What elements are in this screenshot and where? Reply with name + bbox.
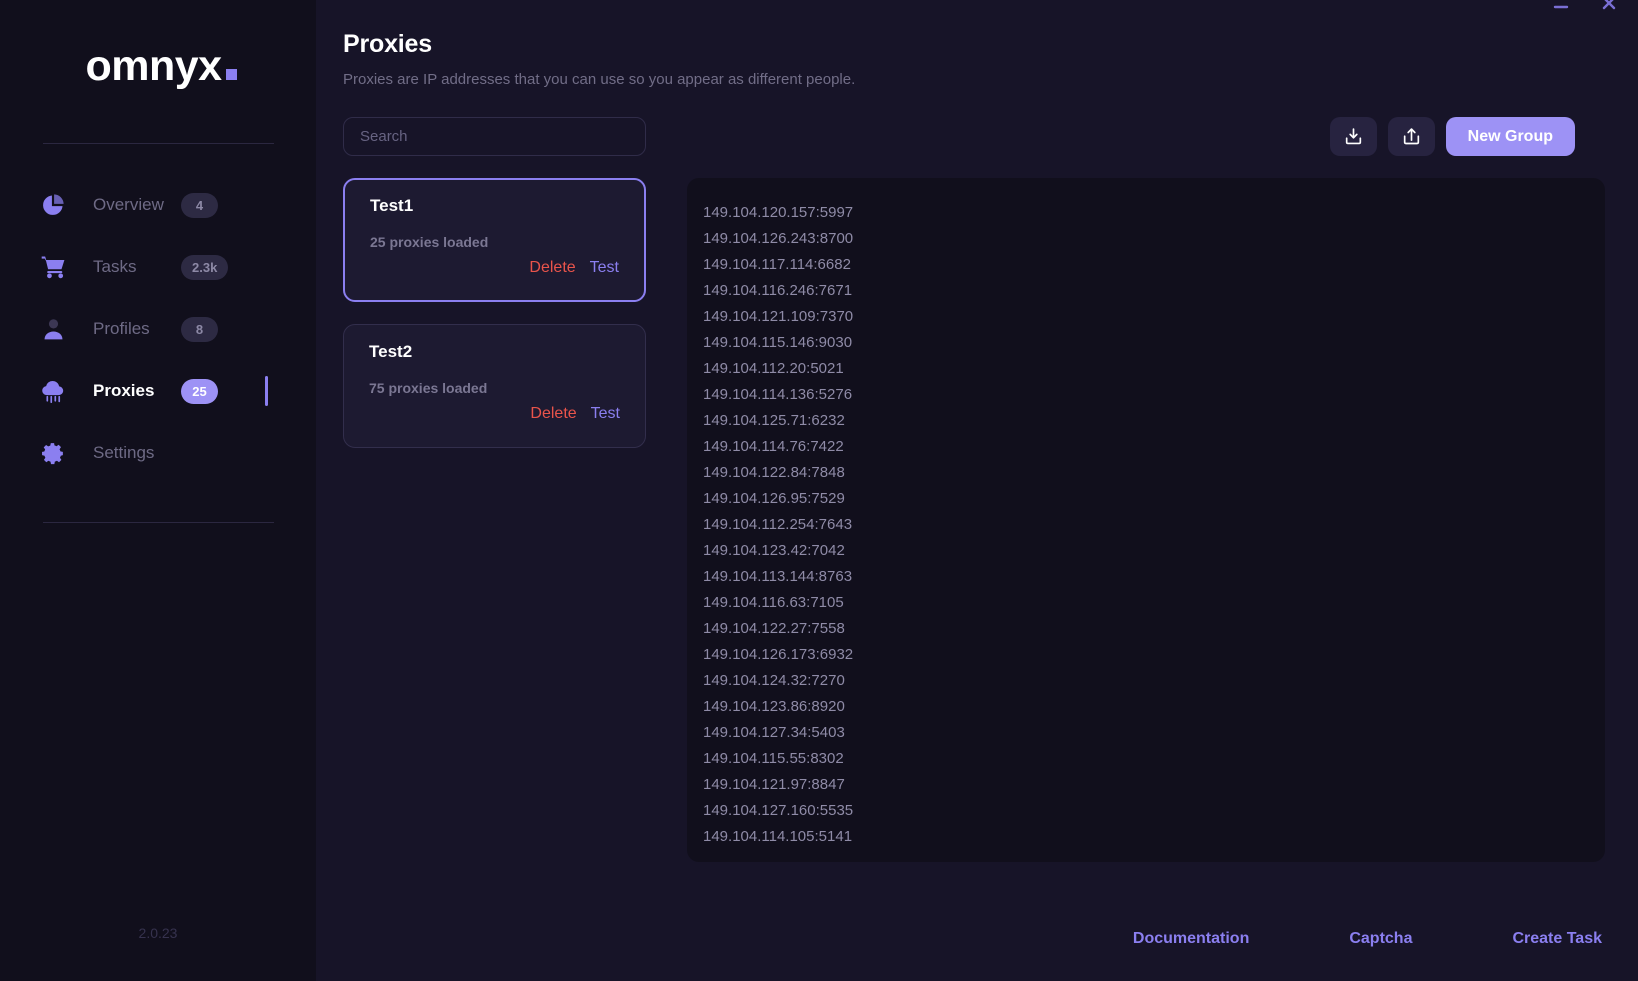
sidebar-divider-top — [42, 143, 274, 144]
proxy-group-card[interactable]: Test1 25 proxies loaded Delete Test — [343, 178, 646, 302]
sidebar-item-badge: 4 — [181, 192, 218, 218]
sidebar-item-label: Proxies — [93, 381, 155, 400]
app-version: 2.0.23 — [138, 925, 178, 941]
window-controls — [1550, 0, 1620, 14]
proxy-row: 149.104.113.144:8763 — [703, 568, 853, 585]
proxy-row: 149.104.123.42:7042 — [703, 542, 845, 559]
proxy-row: 149.104.125.71:6232 — [703, 412, 845, 429]
app-logo: omnyx — [0, 42, 316, 91]
proxy-row: 149.104.127.160:5535 — [703, 802, 854, 819]
proxy-row: 149.104.122.27:7558 — [703, 620, 845, 637]
sidebar-item-proxies[interactable]: Proxies 25 — [0, 360, 316, 422]
pie-chart-icon — [38, 190, 68, 220]
sidebar-item-badge: 8 — [181, 316, 218, 342]
sidebar-active-indicator — [265, 376, 268, 406]
logo-text: omnyx — [85, 42, 222, 90]
main-content: Proxies Proxies are IP addresses that yo… — [316, 0, 1638, 981]
gear-icon — [38, 438, 68, 468]
proxy-row: 149.104.121.109:7370 — [703, 308, 854, 325]
proxy-row: 149.104.126.95:7529 — [703, 490, 845, 507]
proxy-row: 149.104.124.32:7270 — [703, 672, 845, 689]
group-count: 25 proxies loaded — [370, 234, 489, 250]
proxy-row: 149.104.126.243:8700 — [703, 230, 854, 247]
download-icon — [1343, 126, 1364, 147]
proxy-row: 149.104.112.254:7643 — [703, 516, 853, 533]
footer-link-create-task[interactable]: Create Task — [1512, 930, 1602, 948]
proxy-row: 149.104.120.157:5997 — [703, 204, 854, 221]
app-root: omnyx Overview 4 Tasks 2.3k Profiles 8 P… — [0, 0, 1638, 981]
footer-link-documentation[interactable]: Documentation — [1133, 930, 1249, 948]
toolbar: New Group — [316, 117, 1638, 156]
logo-dot — [225, 69, 237, 80]
page-subtitle: Proxies are IP addresses that you can us… — [343, 71, 856, 88]
delete-group-button[interactable]: Delete — [530, 405, 576, 423]
close-icon[interactable] — [1598, 0, 1620, 14]
content-area: Test1 25 proxies loaded Delete Test Test… — [316, 178, 1638, 862]
proxy-row: 149.104.112.20:5021 — [703, 360, 844, 377]
proxy-row: 149.104.114.76:7422 — [703, 438, 844, 455]
sidebar: omnyx Overview 4 Tasks 2.3k Profiles 8 P… — [0, 0, 316, 981]
proxy-row: 149.104.116.63:7105 — [703, 594, 844, 611]
import-proxies-button[interactable] — [1329, 117, 1377, 156]
sidebar-item-badge: 25 — [181, 378, 218, 404]
proxy-row: 149.104.115.55:8302 — [703, 750, 844, 767]
proxy-list[interactable]: 149.104.120.157:5997 149.104.126.243:8700… — [703, 200, 1605, 850]
sidebar-item-label: Profiles — [93, 319, 150, 338]
sidebar-nav: Overview 4 Tasks 2.3k Profiles 8 Proxies… — [0, 174, 316, 484]
proxy-list-panel: 149.104.120.157:5997 149.104.126.243:8700… — [687, 178, 1605, 862]
sidebar-item-badge: 2.3k — [181, 254, 229, 280]
group-count: 75 proxies loaded — [369, 380, 488, 396]
sidebar-item-label: Settings — [93, 443, 155, 462]
proxy-row: 149.104.127.34:5403 — [703, 724, 845, 741]
footer: Documentation Captcha Create Task — [316, 897, 1638, 981]
group-actions: Delete Test — [369, 405, 620, 423]
minimize-icon[interactable] — [1550, 0, 1572, 14]
test-group-button[interactable]: Test — [591, 405, 620, 423]
new-group-button[interactable]: New Group — [1445, 117, 1575, 156]
sidebar-item-profiles[interactable]: Profiles 8 — [0, 298, 316, 360]
proxy-row: 149.104.114.105:5141 — [703, 828, 853, 845]
delete-group-button[interactable]: Delete — [529, 259, 575, 277]
user-icon — [38, 314, 68, 344]
toolbar-actions: New Group — [1329, 117, 1575, 156]
sidebar-item-label: Overview — [93, 195, 164, 214]
proxy-row: 149.104.116.246:7671 — [703, 282, 853, 299]
proxy-row: 149.104.121.97:8847 — [703, 776, 845, 793]
proxy-row: 149.104.123.86:8920 — [703, 698, 845, 715]
footer-link-captcha[interactable]: Captcha — [1349, 930, 1412, 948]
proxy-row: 149.104.122.84:7848 — [703, 464, 845, 481]
search-input[interactable] — [343, 117, 646, 156]
share-upload-icon — [1401, 126, 1422, 147]
sidebar-item-tasks[interactable]: Tasks 2.3k — [0, 236, 316, 298]
proxy-row: 149.104.114.136:5276 — [703, 386, 853, 403]
page-header: Proxies Proxies are IP addresses that yo… — [316, 0, 1638, 88]
group-name: Test2 — [369, 342, 413, 361]
cart-icon — [38, 252, 68, 282]
test-group-button[interactable]: Test — [590, 259, 619, 277]
proxy-group-card[interactable]: Test2 75 proxies loaded Delete Test — [343, 324, 646, 448]
export-proxies-button[interactable] — [1387, 117, 1435, 156]
sidebar-item-settings[interactable]: Settings — [0, 422, 316, 484]
page-title: Proxies — [343, 30, 432, 58]
proxy-group-list: Test1 25 proxies loaded Delete Test Test… — [343, 178, 646, 862]
sidebar-item-label: Tasks — [93, 257, 137, 276]
group-name: Test1 — [370, 196, 414, 215]
proxy-row: 149.104.117.114:6682 — [703, 256, 851, 273]
proxy-row: 149.104.126.173:6932 — [703, 646, 854, 663]
sidebar-item-overview[interactable]: Overview 4 — [0, 174, 316, 236]
proxy-row: 149.104.115.146:9030 — [703, 334, 853, 351]
cloud-rain-icon — [38, 376, 68, 406]
group-actions: Delete Test — [370, 259, 619, 277]
sidebar-divider-bottom — [42, 522, 274, 523]
